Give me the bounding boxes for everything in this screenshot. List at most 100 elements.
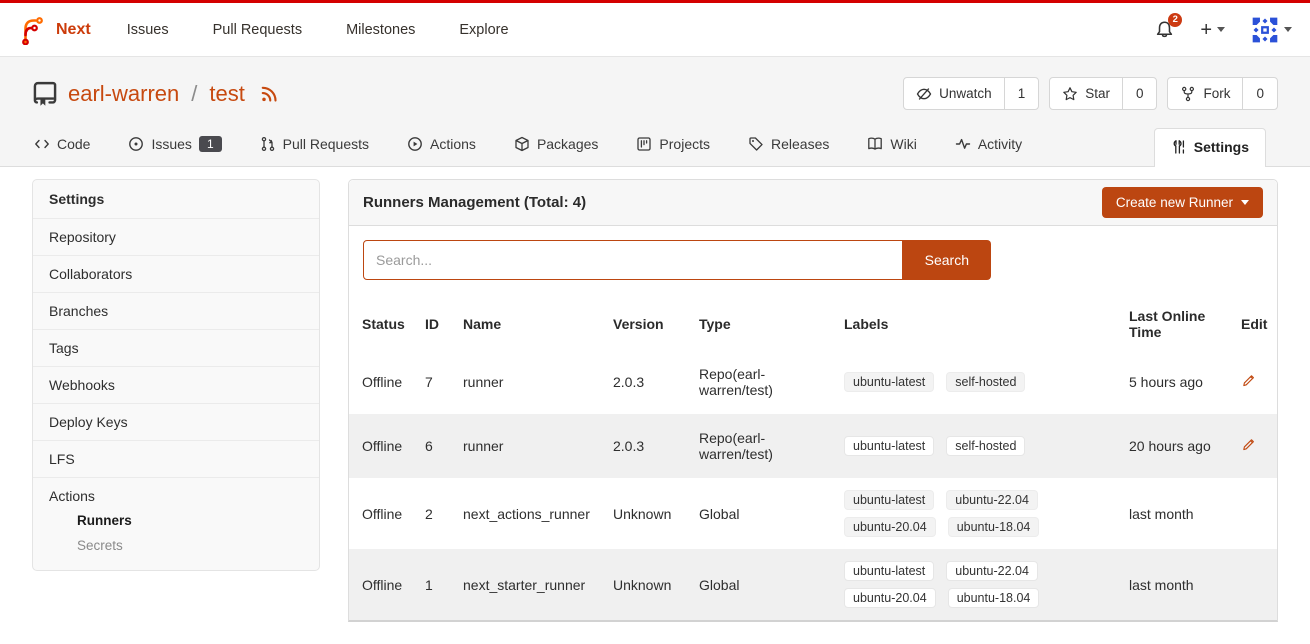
book-icon [867, 136, 883, 152]
table-row: Offline 2 next_actions_runner Unknown Gl… [349, 478, 1277, 549]
repo-icon [32, 80, 58, 108]
forks-count[interactable]: 0 [1242, 78, 1277, 109]
tag-icon [748, 136, 764, 152]
create-new-dropdown[interactable]: + [1200, 20, 1225, 40]
sidebar-actions-label: Actions [49, 488, 95, 504]
sidebar-item-actions[interactable]: Actions Runners Secrets [33, 478, 319, 570]
panel-header: Runners Management (Total: 4) Create new… [349, 180, 1277, 226]
repo-name-link[interactable]: test [209, 81, 244, 107]
settings-sidebar: Settings Repository Collaborators Branch… [32, 179, 320, 571]
panel-title: Runners Management (Total: 4) [363, 194, 586, 211]
runner-type: Global [691, 549, 836, 620]
nav-link-pull-requests[interactable]: Pull Requests [213, 22, 302, 38]
fork-icon [1180, 86, 1196, 102]
sidebar-header-settings: Settings [33, 180, 319, 219]
tab-releases[interactable]: Releases [746, 136, 831, 166]
runner-version: Unknown [605, 549, 691, 620]
forgejo-logo-icon [18, 15, 46, 45]
nav-link-issues[interactable]: Issues [127, 22, 169, 38]
edit-runner-button[interactable] [1241, 373, 1256, 388]
tab-activity[interactable]: Activity [953, 136, 1024, 166]
runner-status: Offline [349, 350, 417, 414]
tab-label: Packages [537, 136, 598, 152]
tools-icon [1171, 139, 1187, 155]
sidebar-item-repository[interactable]: Repository [33, 219, 319, 256]
tab-settings[interactable]: Settings [1154, 128, 1266, 167]
tab-pull-requests[interactable]: Pull Requests [258, 136, 371, 166]
label-badge: ubuntu-22.04 [946, 490, 1038, 510]
notifications-button[interactable]: 2 [1155, 20, 1174, 40]
runner-name: next_actions_runner [455, 478, 605, 549]
watchers-count[interactable]: 1 [1004, 78, 1039, 109]
tab-projects[interactable]: Projects [634, 136, 712, 166]
tab-label: Actions [430, 136, 476, 152]
sidebar-subitem-runners[interactable]: Runners [65, 508, 303, 533]
label-badge: self-hosted [946, 436, 1025, 456]
label-badge: ubuntu-latest [844, 490, 934, 510]
play-circle-icon [407, 136, 423, 152]
runner-last-online: last month [1121, 549, 1233, 620]
pull-request-icon [260, 136, 276, 152]
nav-link-explore[interactable]: Explore [459, 22, 508, 38]
runner-name: runner [455, 350, 605, 414]
tab-label: Pull Requests [283, 136, 369, 152]
chevron-down-icon [1284, 27, 1292, 32]
runner-type: Repo(earl-warren/test) [691, 350, 836, 414]
sidebar-item-collaborators[interactable]: Collaborators [33, 256, 319, 293]
create-new-runner-button[interactable]: Create new Runner [1102, 187, 1263, 218]
col-id: ID [417, 298, 455, 350]
sidebar-subitem-secrets[interactable]: Secrets [65, 533, 303, 558]
tab-label: Issues [151, 136, 191, 152]
sidebar-item-webhooks[interactable]: Webhooks [33, 367, 319, 404]
user-menu-dropdown[interactable] [1251, 16, 1292, 44]
runner-version: Unknown [605, 478, 691, 549]
search-input[interactable] [363, 240, 903, 280]
brand-name: Next [56, 21, 91, 39]
col-last-online: Last Online Time [1121, 298, 1233, 350]
tab-label: Wiki [890, 136, 916, 152]
fork-button-group: Fork 0 [1167, 77, 1278, 110]
tab-actions[interactable]: Actions [405, 136, 478, 166]
tab-wiki[interactable]: Wiki [865, 136, 918, 166]
issue-icon [128, 136, 144, 152]
eye-slash-icon [916, 86, 932, 102]
label-badge: ubuntu-18.04 [948, 517, 1040, 537]
rss-icon[interactable] [259, 84, 279, 104]
sidebar-item-deploy-keys[interactable]: Deploy Keys [33, 404, 319, 441]
sidebar-item-branches[interactable]: Branches [33, 293, 319, 330]
star-button[interactable]: Star [1050, 78, 1122, 109]
runner-status: Offline [349, 549, 417, 620]
tab-code[interactable]: Code [32, 136, 92, 166]
tab-packages[interactable]: Packages [512, 136, 600, 166]
runner-id: 1 [417, 549, 455, 620]
sidebar-item-tags[interactable]: Tags [33, 330, 319, 367]
chevron-down-icon [1217, 27, 1225, 32]
unwatch-button[interactable]: Unwatch [904, 78, 1004, 109]
label-badge: ubuntu-latest [844, 372, 934, 392]
unwatch-label: Unwatch [939, 86, 992, 101]
create-new-runner-label: Create new Runner [1116, 195, 1233, 210]
tab-issues[interactable]: Issues 1 [126, 136, 223, 166]
chevron-down-icon [1241, 200, 1249, 205]
label-badge: ubuntu-22.04 [946, 561, 1038, 581]
runners-table: Status ID Name Version Type Labels Last … [349, 298, 1277, 620]
edit-runner-button[interactable] [1241, 437, 1256, 452]
fork-button[interactable]: Fork [1168, 78, 1242, 109]
runner-id: 7 [417, 350, 455, 414]
search-button[interactable]: Search [903, 240, 991, 280]
col-edit: Edit [1233, 298, 1277, 350]
issues-count-badge: 1 [199, 136, 222, 152]
repo-tabs: Code Issues 1 Pull Requests Actions Pa [32, 128, 1278, 166]
sidebar-item-lfs[interactable]: LFS [33, 441, 319, 478]
stars-count[interactable]: 0 [1122, 78, 1157, 109]
tab-label: Activity [978, 136, 1022, 152]
package-icon [514, 136, 530, 152]
plus-icon: + [1200, 20, 1212, 40]
table-row: Offline 1 next_starter_runner Unknown Gl… [349, 549, 1277, 620]
nav-link-milestones[interactable]: Milestones [346, 22, 415, 38]
forgejo-logo-link[interactable]: Next [18, 15, 91, 45]
runner-name: next_starter_runner [455, 549, 605, 620]
runner-last-online: 5 hours ago [1121, 350, 1233, 414]
table-row: Offline 7 runner 2.0.3 Repo(earl-warren/… [349, 350, 1277, 414]
repo-owner-link[interactable]: earl-warren [68, 81, 179, 107]
